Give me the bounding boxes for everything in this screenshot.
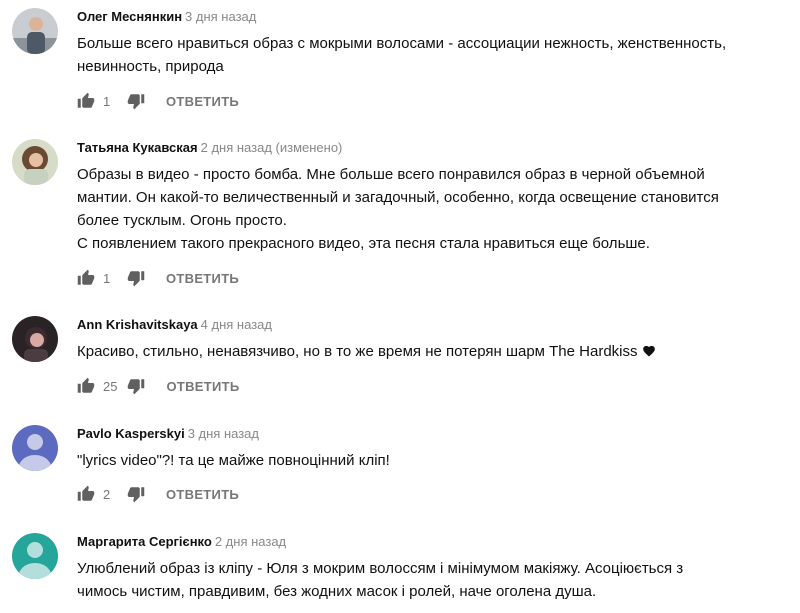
thumb-down-icon[interactable] bbox=[127, 485, 145, 503]
comment-text: Красиво, стильно, ненавязчиво, но в то ж… bbox=[77, 340, 792, 363]
thumb-down-icon[interactable] bbox=[127, 92, 145, 110]
thumb-up-icon[interactable] bbox=[77, 92, 95, 110]
comment-time[interactable]: 3 дня назад bbox=[185, 9, 256, 24]
comment-header: Олег Меснянкин 3 дня назад bbox=[77, 8, 256, 25]
like-count: 2 bbox=[103, 486, 111, 502]
comment-header: Маргарита Сергієнко 2 дня назад bbox=[77, 533, 286, 550]
comment-actions: 1 ОТВЕТИТЬ bbox=[77, 91, 239, 111]
comment-time[interactable]: 3 дня назад bbox=[188, 426, 259, 441]
author-name[interactable]: Pavlo Kasperskyi bbox=[77, 426, 185, 441]
comment-header: Татьяна Кукавская 2 дня назад (изменено) bbox=[77, 139, 342, 156]
comment-line: мантии. Он какой-то величественный и заг… bbox=[77, 189, 719, 206]
reply-button[interactable]: ОТВЕТИТЬ bbox=[166, 379, 239, 394]
author-name[interactable]: Олег Меснянкин bbox=[77, 9, 182, 24]
reply-button[interactable]: ОТВЕТИТЬ bbox=[166, 487, 239, 502]
heart-icon bbox=[642, 344, 656, 357]
comment-text: Улюблений образ із кліпу - Юля з мокрим … bbox=[77, 557, 792, 603]
thumb-down-icon[interactable] bbox=[127, 269, 145, 287]
comment-line: "lyrics video"?! та це майже повноцінний… bbox=[77, 452, 390, 469]
comment-actions: 25 ОТВЕТИТЬ bbox=[77, 376, 240, 396]
comment-header: Pavlo Kasperskyi 3 дня назад bbox=[77, 425, 259, 442]
thumb-down-icon[interactable] bbox=[127, 377, 145, 395]
thumb-up-icon[interactable] bbox=[77, 377, 95, 395]
like-count: 1 bbox=[103, 270, 111, 286]
avatar[interactable] bbox=[12, 8, 58, 54]
comment-actions: 2 ОТВЕТИТЬ bbox=[77, 484, 239, 504]
avatar[interactable] bbox=[12, 316, 58, 362]
author-name[interactable]: Ann Krishavitskaya bbox=[77, 317, 198, 332]
reply-button[interactable]: ОТВЕТИТЬ bbox=[166, 271, 239, 286]
comment-text: Больше всего нравиться образ с мокрыми в… bbox=[77, 32, 792, 78]
avatar[interactable] bbox=[12, 139, 58, 185]
comment-line-text: Красиво, стильно, ненавязчиво, но в то ж… bbox=[77, 343, 638, 360]
thumb-up-icon[interactable] bbox=[77, 269, 95, 287]
comment-line: чимось чистим, правдивим, без жодних мас… bbox=[77, 583, 597, 600]
comment-line: более тусклым. Огонь просто. bbox=[77, 212, 287, 229]
like-count: 1 bbox=[103, 93, 111, 109]
avatar[interactable] bbox=[12, 425, 58, 471]
like-count: 25 bbox=[103, 378, 118, 394]
reply-button[interactable]: ОТВЕТИТЬ bbox=[166, 94, 239, 109]
comment-line: Красиво, стильно, ненавязчиво, но в то ж… bbox=[77, 340, 792, 363]
comment-line: Образы в видео - просто бомба. Мне больш… bbox=[77, 166, 705, 183]
avatar[interactable] bbox=[12, 533, 58, 579]
comment-line: С появлением такого прекрасного видео, э… bbox=[77, 235, 650, 252]
comment-line: невинность, природа bbox=[77, 58, 224, 75]
thumb-up-icon[interactable] bbox=[77, 485, 95, 503]
comment-time[interactable]: 2 дня назад (изменено) bbox=[201, 140, 343, 155]
comment-time[interactable]: 2 дня назад bbox=[215, 534, 286, 549]
comment-actions: 1 ОТВЕТИТЬ bbox=[77, 268, 239, 288]
comment-line: Улюблений образ із кліпу - Юля з мокрим … bbox=[77, 560, 684, 577]
comment-header: Ann Krishavitskaya 4 дня назад bbox=[77, 316, 272, 333]
author-name[interactable]: Маргарита Сергієнко bbox=[77, 534, 212, 549]
author-name[interactable]: Татьяна Кукавская bbox=[77, 140, 198, 155]
comment-time[interactable]: 4 дня назад bbox=[201, 317, 272, 332]
comment-text: "lyrics video"?! та це майже повноцінний… bbox=[77, 449, 792, 472]
comment-text: Образы в видео - просто бомба. Мне больш… bbox=[77, 163, 792, 255]
comment-line: Больше всего нравиться образ с мокрыми в… bbox=[77, 35, 727, 52]
